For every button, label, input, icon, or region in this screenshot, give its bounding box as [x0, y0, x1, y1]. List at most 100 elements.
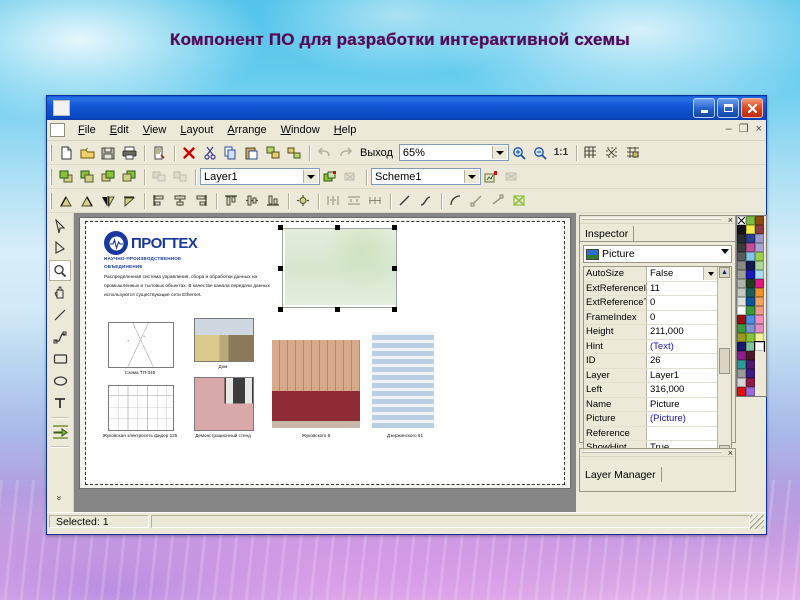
align-center-button[interactable]	[170, 191, 190, 210]
property-value[interactable]: (Text)	[647, 339, 717, 353]
palette-color[interactable]	[746, 243, 755, 252]
color-palette-grid[interactable]	[736, 215, 767, 397]
delete-button[interactable]	[179, 143, 199, 162]
cut-button[interactable]	[200, 143, 220, 162]
delete-scheme-button[interactable]	[502, 167, 522, 186]
palette-color[interactable]	[737, 351, 746, 360]
palette-color[interactable]	[746, 324, 755, 333]
palette-color[interactable]	[746, 216, 755, 225]
palette-color[interactable]	[755, 270, 764, 279]
palette-color[interactable]	[755, 261, 764, 270]
tools-overflow-button[interactable]: »	[49, 487, 71, 508]
palette-color[interactable]	[746, 360, 755, 369]
property-value[interactable]: (Picture)	[647, 412, 717, 426]
palette-color[interactable]	[737, 315, 746, 324]
toolbar-grip[interactable]	[50, 192, 53, 209]
property-row[interactable]: Name Picture	[584, 397, 717, 412]
map-image[interactable]	[282, 228, 397, 308]
palette-color[interactable]	[746, 252, 755, 261]
palette-color[interactable]	[755, 306, 764, 315]
thumbnail-zhukovsk-grid[interactable]	[108, 385, 174, 431]
palette-color[interactable]	[746, 234, 755, 243]
palette-color[interactable]	[737, 306, 746, 315]
canvas-scroll-area[interactable]: ПРОГТЕХ НАУЧНО-ПРОИЗВОДСТВЕННОЕ ОБЪЕДИНЕ…	[74, 213, 576, 512]
palette-color[interactable]	[737, 279, 746, 288]
text-tool-button[interactable]	[49, 392, 71, 413]
redo-button[interactable]	[335, 143, 355, 162]
mdi-minimize-button[interactable]: –	[726, 121, 732, 137]
handle-mid-left[interactable]	[278, 266, 283, 271]
palette-color[interactable]	[755, 315, 764, 324]
palette-color[interactable]	[746, 261, 755, 270]
show-grid-button[interactable]	[581, 143, 601, 162]
palette-color[interactable]	[746, 333, 755, 342]
palette-color[interactable]	[755, 333, 764, 342]
scheme-combo[interactable]: Scheme1	[371, 168, 481, 185]
property-row[interactable]: Left 316,000	[584, 383, 717, 398]
ellipse-tool-button[interactable]	[49, 370, 71, 391]
line-tool-button[interactable]	[49, 304, 71, 325]
thumbnail-demo-stand[interactable]	[194, 377, 254, 431]
palette-color[interactable]	[746, 387, 755, 396]
property-row[interactable]: Height 211,000	[584, 325, 717, 340]
property-value[interactable]: Layer1	[647, 368, 717, 382]
layer-manager-close-button[interactable]: ×	[728, 449, 733, 458]
palette-color[interactable]	[737, 243, 746, 252]
palette-color[interactable]	[737, 360, 746, 369]
property-value[interactable]	[647, 426, 717, 440]
property-value[interactable]: False	[647, 267, 717, 281]
save-button[interactable]	[98, 143, 118, 162]
polyline-tool-button[interactable]	[49, 326, 71, 347]
arc-tool-button[interactable]	[446, 191, 466, 210]
merge-layer-button[interactable]	[149, 167, 169, 186]
palette-color[interactable]	[737, 297, 746, 306]
close-button[interactable]	[741, 98, 763, 118]
flip-vertical-button[interactable]	[119, 191, 139, 210]
palette-color[interactable]	[746, 342, 755, 351]
property-value[interactable]: 11	[647, 281, 717, 295]
layer-manager-grip[interactable]: ×	[580, 449, 735, 458]
resize-grip[interactable]	[750, 514, 764, 529]
send-to-back-button[interactable]	[77, 167, 97, 186]
chevron-down-icon[interactable]	[703, 267, 717, 280]
undo-button[interactable]	[314, 143, 334, 162]
palette-color[interactable]	[755, 252, 764, 261]
chevron-down-icon[interactable]	[491, 146, 507, 159]
property-row[interactable]: FrameIndex 0	[584, 310, 717, 325]
chevron-down-icon[interactable]	[464, 170, 479, 183]
node-select-tool-button[interactable]	[49, 238, 71, 259]
property-value[interactable]: 211,000	[647, 325, 717, 339]
menu-item-file[interactable]: FFileile	[71, 122, 103, 138]
palette-color[interactable]	[755, 324, 764, 333]
palette-color[interactable]	[755, 288, 764, 297]
palette-color[interactable]	[746, 270, 755, 279]
palette-color[interactable]	[746, 279, 755, 288]
line-tool-button[interactable]	[395, 191, 415, 210]
palette-color[interactable]	[755, 297, 764, 306]
palette-color[interactable]	[737, 378, 746, 387]
zoom-combo[interactable]: 65%	[398, 144, 509, 161]
handle-bottom-center[interactable]	[335, 307, 340, 312]
palette-no-color[interactable]	[737, 216, 746, 225]
palette-color[interactable]	[746, 351, 755, 360]
handle-top-right[interactable]	[392, 225, 397, 230]
palette-color[interactable]	[737, 324, 746, 333]
zoom-in-button[interactable]	[509, 143, 529, 162]
palette-color[interactable]	[746, 306, 755, 315]
property-row[interactable]: Layer Layer1	[584, 368, 717, 383]
palette-color[interactable]	[737, 369, 746, 378]
zoom-tool-button[interactable]	[49, 260, 71, 281]
handle-top-center[interactable]	[335, 225, 340, 230]
palette-color[interactable]	[737, 225, 746, 234]
menu-item-arrange[interactable]: Arrange	[220, 122, 273, 138]
palette-color[interactable]	[755, 225, 764, 234]
mdi-restore-button[interactable]: ❐	[739, 121, 749, 137]
copy-button[interactable]	[221, 143, 241, 162]
ungroup-button[interactable]	[284, 143, 304, 162]
palette-color[interactable]	[737, 252, 746, 261]
menu-item-view[interactable]: View	[136, 122, 174, 138]
toolbar-grip[interactable]	[50, 144, 53, 161]
chevron-down-icon[interactable]	[303, 170, 318, 183]
palette-color[interactable]	[755, 216, 764, 225]
rotate-left-button[interactable]	[56, 191, 76, 210]
